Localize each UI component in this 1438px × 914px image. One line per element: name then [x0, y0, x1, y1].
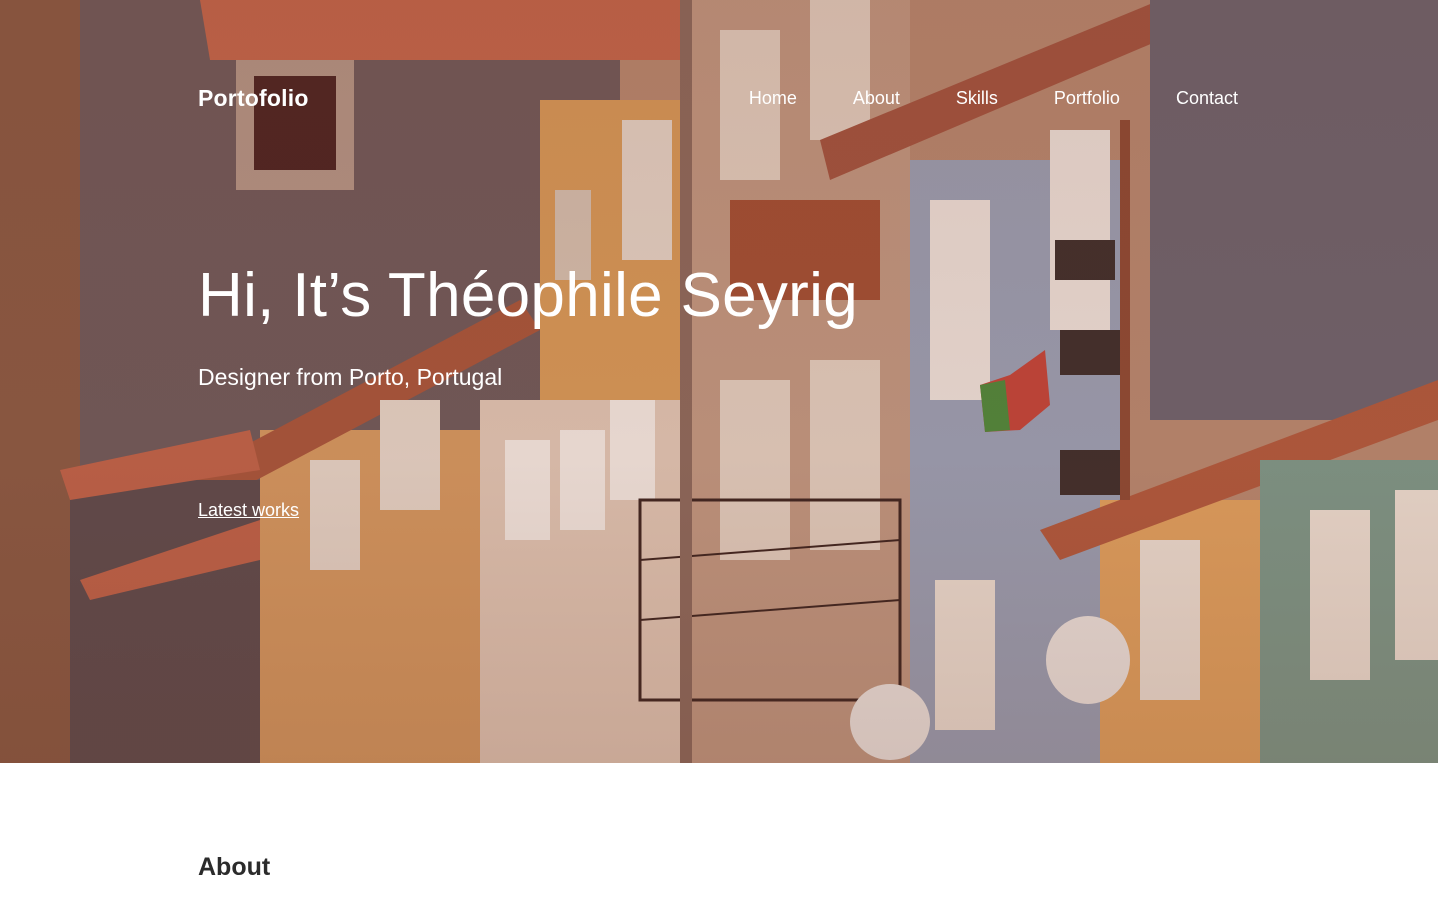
hero-subtitle: Designer from Porto, Portugal: [198, 364, 503, 390]
site-brand-link[interactable]: Portofolio: [198, 85, 309, 112]
nav-link-skills[interactable]: Skills: [956, 88, 998, 109]
main-nav: Home About Skills Portfolio Contact: [749, 88, 1238, 109]
about-heading: About: [198, 853, 271, 881]
nav-link-portfolio[interactable]: Portfolio: [1054, 88, 1120, 109]
nav-link-home[interactable]: Home: [749, 88, 797, 109]
hero-title: Hi, It’s Théophile Seyrig: [198, 261, 858, 330]
top-navigation-bar: Portofolio Home About Skills Portfolio C…: [198, 82, 1238, 114]
about-section: About: [0, 763, 1438, 914]
hero-section: Portofolio Home About Skills Portfolio C…: [0, 0, 1438, 763]
nav-link-about[interactable]: About: [853, 88, 900, 109]
latest-works-link[interactable]: Latest works: [198, 500, 299, 521]
nav-link-contact[interactable]: Contact: [1176, 88, 1238, 109]
